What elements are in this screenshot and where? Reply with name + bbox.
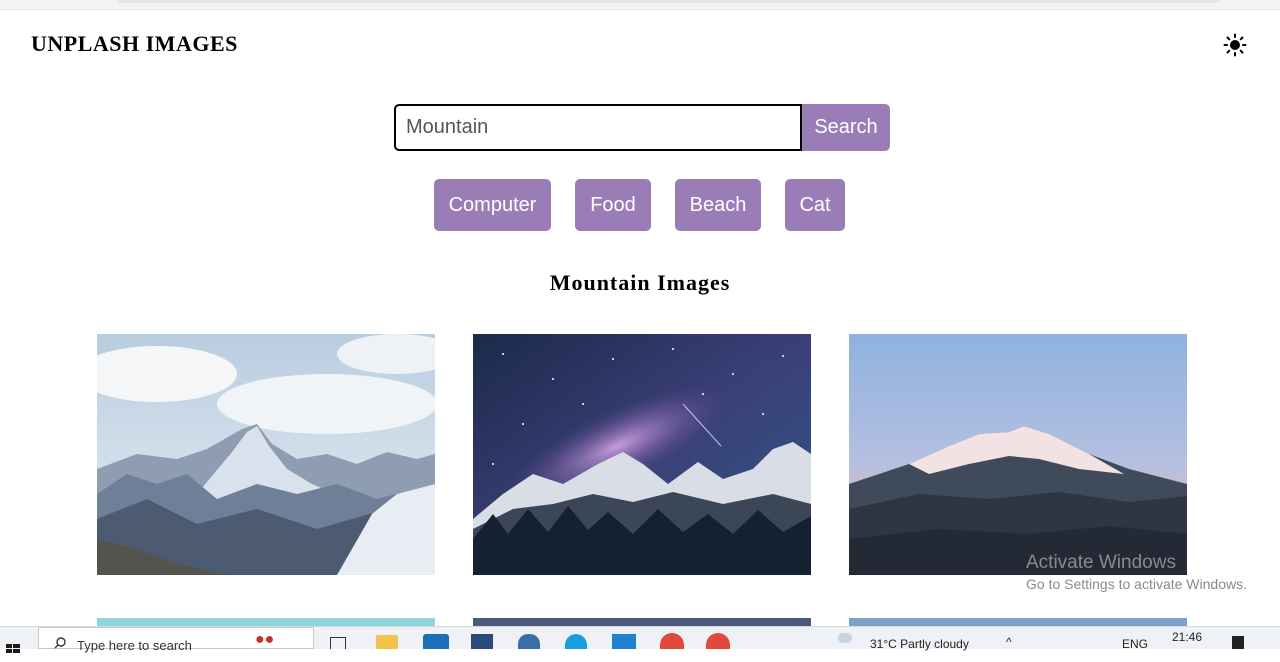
sun-icon: [1223, 33, 1247, 57]
category-chip-computer[interactable]: Computer: [434, 179, 551, 231]
clock-time[interactable]: 21:46: [1172, 630, 1202, 644]
chrome-icon[interactable]: [660, 633, 684, 649]
watermark-line1: Activate Windows: [1026, 552, 1176, 573]
edge-browser-icon[interactable]: [565, 634, 587, 649]
address-bar-edge[interactable]: [118, 0, 1220, 3]
image-card-snowy-mountains[interactable]: [97, 334, 435, 575]
image-card-row2-1[interactable]: [97, 618, 435, 626]
taskbar-search-placeholder: Type here to search: [77, 638, 192, 653]
app-icon-1[interactable]: [471, 634, 493, 649]
browser-chrome-edge: [0, 0, 1280, 10]
activate-windows-watermark: Activate Windows Go to Settings to activ…: [1026, 552, 1247, 592]
category-chip-cat[interactable]: Cat: [785, 179, 845, 231]
watermark-line2: Go to Settings to activate Windows.: [1026, 576, 1247, 592]
search-button[interactable]: Search: [802, 104, 890, 151]
sunset-peak-photo: [849, 334, 1187, 575]
task-view-icon[interactable]: [330, 637, 346, 649]
image-card-milky-way[interactable]: [473, 334, 811, 575]
windows-taskbar: Type here to search ●● 31°C Partly cloud…: [0, 626, 1280, 653]
image-card-row2-3[interactable]: [849, 618, 1187, 626]
category-chip-beach[interactable]: Beach: [675, 179, 761, 231]
search-input[interactable]: [394, 104, 802, 151]
image-card-row2-2[interactable]: [473, 618, 811, 626]
search-form: Search: [394, 104, 890, 151]
file-explorer-icon[interactable]: [376, 635, 398, 649]
snowy-mountain-photo: [97, 334, 435, 575]
chevron-up-icon[interactable]: ^: [1006, 635, 1012, 649]
language-indicator[interactable]: ENG: [1122, 637, 1148, 651]
postgres-icon[interactable]: [518, 634, 540, 649]
strawberry-icon: ●●: [255, 631, 275, 648]
notifications-icon[interactable]: [1232, 636, 1244, 649]
milky-way-photo: [473, 334, 811, 575]
vscode-icon[interactable]: [612, 634, 636, 649]
image-card-sunset-peak[interactable]: [849, 334, 1187, 575]
results-title: Mountain Images: [549, 270, 731, 295]
weather-icon[interactable]: [838, 633, 852, 643]
weather-text[interactable]: 31°C Partly cloudy: [870, 637, 969, 651]
chrome-icon-2[interactable]: [706, 633, 730, 649]
mail-icon[interactable]: [423, 634, 449, 649]
windows-start-icon[interactable]: [6, 640, 20, 662]
search-icon: [54, 637, 66, 649]
theme-toggle-button[interactable]: [1220, 30, 1250, 60]
category-chip-food[interactable]: Food: [575, 179, 651, 231]
app-title: UNPLASH IMAGES: [31, 31, 238, 56]
taskbar-search-box[interactable]: Type here to search ●●: [38, 627, 314, 653]
